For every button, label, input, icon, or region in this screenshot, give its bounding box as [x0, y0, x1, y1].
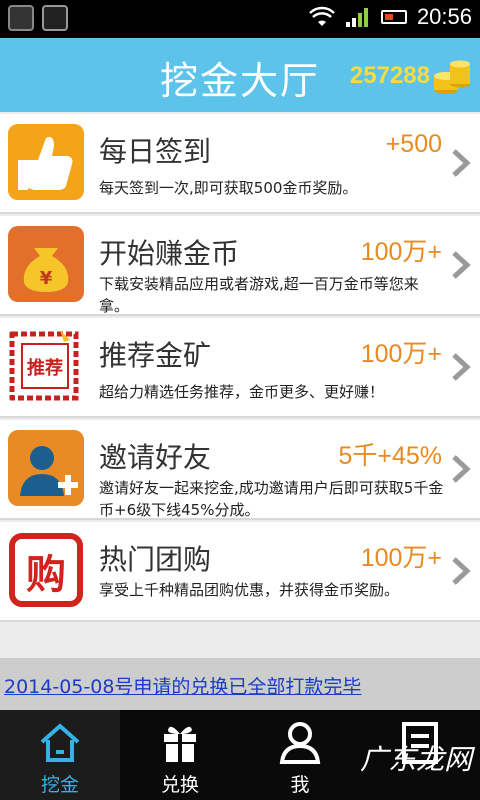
- task-reward: +500: [385, 130, 442, 158]
- chevron-right-icon: [452, 149, 471, 177]
- person-icon: [279, 722, 321, 764]
- gold-balance: 257288: [349, 62, 430, 89]
- tab-label: 挖金: [40, 774, 79, 796]
- task-description: 超给力精选任务推荐，金币更多、更好赚！: [99, 383, 385, 401]
- task-description: 邀请好友一起来挖金,成功邀请用户后即可获取5千金币+6级下线45%分成。: [99, 479, 444, 519]
- gold-coins-icon: [434, 60, 470, 94]
- header-bar: 挖金大厅 257288: [0, 38, 480, 112]
- tab-label: 我: [290, 774, 310, 796]
- task-description: 下载安装精品应用或者游戏,超一百万金币等您来拿。: [99, 275, 419, 315]
- svg-text:¥: ¥: [40, 268, 53, 289]
- task-title: 邀请好友: [99, 441, 212, 474]
- task-title: 热门团购: [99, 543, 212, 576]
- task-reward: 100万+: [360, 544, 442, 572]
- recommend-stamp-icon: 推荐: [8, 328, 84, 404]
- task-reward: 100万+: [360, 340, 442, 368]
- payout-notice-link[interactable]: 2014-05-08号申请的兑换已全部打款完毕: [4, 672, 361, 699]
- add-user-icon: [8, 430, 84, 506]
- gift-icon: [164, 726, 196, 762]
- tab-label: 兑换: [160, 774, 199, 796]
- task-description: 享受上千种精品团购优惠，并获得金币奖励。: [99, 581, 400, 599]
- task-item-invite-friends[interactable]: 邀请好友 5千+45% 邀请好友一起来挖金,成功邀请用户后即可获取5千金币+6级…: [0, 420, 480, 520]
- chevron-right-icon: [452, 455, 471, 483]
- battery-icon: [380, 10, 407, 24]
- thumbs-up-icon: [8, 124, 84, 200]
- task-item-group-buy[interactable]: 购 热门团购 100万+ 享受上千种精品团购优惠，并获得金币奖励。: [0, 522, 480, 622]
- money-bag-icon: ¥: [8, 226, 84, 302]
- app-notification-icon: [8, 5, 34, 31]
- chevron-right-icon: [452, 557, 471, 585]
- tab-home[interactable]: 挖金: [0, 710, 120, 800]
- chevron-right-icon: [452, 353, 471, 381]
- group-buy-seal-icon: 购: [8, 532, 84, 608]
- task-item-daily-checkin[interactable]: 每日签到 +500 每天签到一次,即可获取500金币奖励。: [0, 114, 480, 214]
- home-icon: [40, 723, 80, 762]
- signal-icon: [345, 8, 368, 27]
- group-buy-seal-text: 购: [26, 552, 66, 598]
- watermark: 广东龙网: [359, 743, 472, 776]
- recommend-stamp-text: 推荐: [27, 357, 63, 379]
- task-title: 开始赚金币: [99, 237, 240, 270]
- clock: 20:56: [416, 4, 472, 29]
- tab-exchange[interactable]: 兑换: [120, 710, 240, 800]
- app-notification-icon-2: [42, 5, 68, 31]
- chevron-right-icon: [452, 251, 471, 279]
- task-title: 推荐金矿: [99, 339, 212, 372]
- tab-me[interactable]: 我: [240, 710, 360, 800]
- task-item-recommended[interactable]: 推荐 推荐金矿 100万+ 超给力精选任务推荐，金币更多、更好赚！: [0, 318, 480, 418]
- wifi-icon: [309, 6, 335, 26]
- task-list: 每日签到 +500 每天签到一次,即可获取500金币奖励。 ¥ 开始赚金币 10…: [0, 114, 480, 624]
- task-description: 每天签到一次,即可获取500金币奖励。: [99, 179, 358, 197]
- notice-bar: 2014-05-08号申请的兑换已全部打款完毕: [0, 658, 480, 710]
- task-reward: 5千+45%: [338, 442, 442, 470]
- task-title: 每日签到: [99, 135, 212, 168]
- task-reward: 100万+: [360, 238, 442, 266]
- task-item-earn-coins[interactable]: ¥ 开始赚金币 100万+ 下载安装精品应用或者游戏,超一百万金币等您来拿。: [0, 216, 480, 316]
- status-bar: 20:56: [0, 0, 480, 38]
